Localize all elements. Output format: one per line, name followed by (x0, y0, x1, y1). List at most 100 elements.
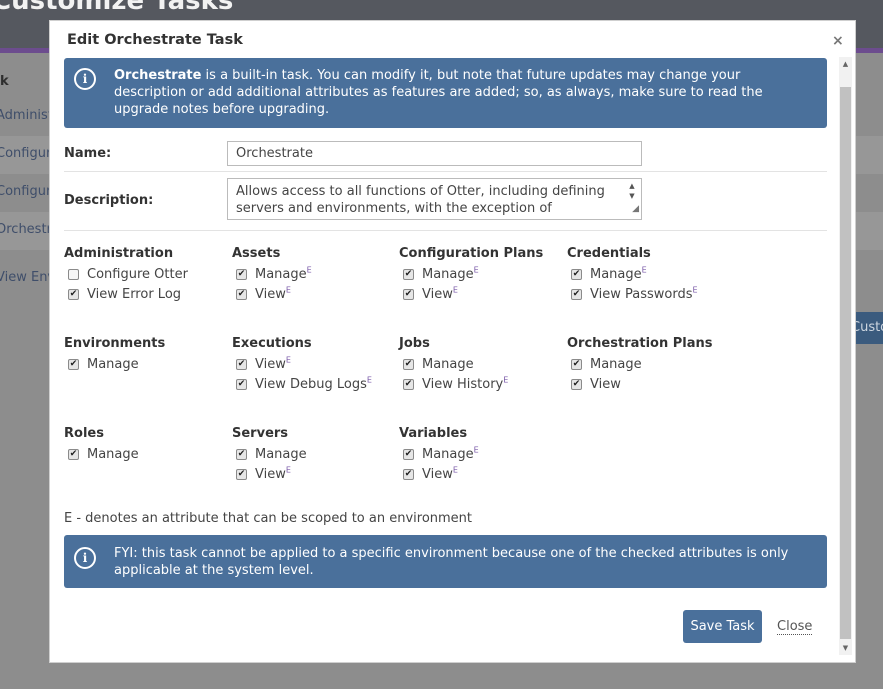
warning-text: FYI: this task cannot be applied to a sp… (114, 546, 789, 578)
attribute-option[interactable]: ✔ ViewE (399, 465, 564, 487)
attribute-label: Manage (422, 447, 474, 462)
attribute-checkbox[interactable]: ✔ (236, 289, 247, 300)
attribute-label: Manage (255, 447, 307, 462)
attribute-checkbox[interactable]: ✔ (236, 379, 247, 390)
table-column-header: k (0, 74, 9, 89)
attribute-option[interactable]: ✔ ManageE (399, 446, 564, 467)
attribute-label: View (590, 377, 621, 392)
attribute-option[interactable]: ✔ View Debug LogsE (232, 376, 397, 397)
group-title: Configuration Plans (399, 246, 544, 261)
attribute-checkbox[interactable]: ✔ (403, 469, 414, 480)
group-title: Servers (232, 426, 289, 441)
attribute-label: Manage (590, 357, 642, 372)
attribute-option[interactable]: Configure Otter (64, 267, 229, 287)
attribute-option[interactable]: ✔ View Error Log (64, 287, 229, 307)
description-text: Allows access to all functions of Otter,… (236, 184, 605, 216)
attribute-option[interactable]: ✔ ViewE (399, 286, 564, 307)
close-button[interactable]: Close (777, 619, 813, 635)
attribute-checkbox[interactable]: ✔ (403, 449, 414, 460)
attribute-checkbox[interactable]: ✔ (571, 269, 582, 280)
attribute-label: Manage (422, 267, 474, 282)
attribute-group: Variables ✔ Manage E ✔ ViewE (399, 426, 564, 487)
attribute-checkbox[interactable]: ✔ (571, 289, 582, 300)
attribute-option[interactable]: ✔ View HistoryE (399, 375, 564, 397)
attribute-checkbox[interactable]: ✔ (236, 469, 247, 480)
attribute-label: View Passwords (590, 287, 693, 302)
attribute-checkbox[interactable]: ✔ (403, 269, 414, 280)
info-icon: i (74, 547, 96, 569)
group-title: Administration (64, 246, 174, 261)
attribute-option[interactable]: ✔ ViewE (232, 286, 397, 307)
attribute-option[interactable]: ✔ View PasswordsE (567, 286, 732, 307)
attribute-checkbox[interactable]: ✔ (68, 289, 79, 300)
attribute-label: View (255, 287, 286, 302)
attribute-checkbox[interactable]: ✔ (571, 359, 582, 370)
attribute-label: Configure Otter (87, 267, 188, 282)
name-label: Name: (64, 146, 112, 161)
group-title: Variables (399, 426, 468, 441)
attribute-checkbox[interactable]: ✔ (68, 449, 79, 460)
attribute-option[interactable]: ✔ ViewE (232, 465, 397, 487)
description-field[interactable]: Allows access to all functions of Otter,… (227, 178, 642, 220)
attribute-label: Manage (590, 267, 642, 282)
attribute-checkbox[interactable]: ✔ (236, 449, 247, 460)
dialog-title: Edit Orchestrate Task (67, 32, 243, 48)
attribute-checkbox[interactable]: ✔ (236, 269, 247, 280)
attribute-option[interactable]: ✔ ManageE (232, 265, 397, 287)
attribute-group: Orchestration Plans ✔ Manage ✔ View (567, 336, 732, 397)
attribute-group: Executions ✔ ViewE ✔ View Debug LogsE (232, 336, 397, 397)
attribute-checkbox[interactable]: ✔ (571, 379, 582, 390)
attribute-label: Manage (87, 447, 139, 462)
attribute-group: Configuration Plans ✔ ManageE ✔ ViewE (399, 246, 564, 307)
scroll-thumb[interactable] (840, 87, 851, 639)
attribute-option[interactable]: ✔ ManageE (567, 266, 732, 287)
attribute-group: Environments ✔ Manage (64, 336, 229, 377)
attribute-option[interactable]: ✔ ViewE (232, 355, 397, 377)
group-title: Environments (64, 336, 166, 351)
attribute-label: View (422, 287, 453, 302)
divider (64, 171, 827, 172)
group-title: Assets (232, 246, 281, 261)
attribute-label: Manage (422, 357, 474, 372)
scroll-up-icon[interactable]: ▲ (839, 57, 852, 71)
group-title: Executions (232, 336, 312, 351)
attribute-checkbox[interactable]: ✔ (403, 289, 414, 300)
textarea-scroll-icon[interactable]: ▲ ▼ (626, 181, 638, 201)
attribute-option[interactable]: ✔ Manage (567, 357, 732, 377)
group-title: Orchestration Plans (567, 336, 713, 351)
dialog-scrollbar[interactable]: ▲ ▼ (839, 57, 852, 655)
notice-text: is a built-in task. You can modify it, b… (114, 68, 763, 117)
attribute-group: Assets ✔ ManageE ✔ ViewE (232, 246, 397, 307)
builtin-task-notice: i Orchestrate is a built-in task. You ca… (64, 58, 827, 128)
info-icon: i (74, 68, 96, 90)
environment-scope-marker: E (285, 355, 291, 365)
attribute-group: Servers ✔ Manage ✔ ViewE (232, 426, 397, 487)
group-title: Roles (64, 426, 104, 441)
attribute-label: Manage (87, 357, 139, 372)
attribute-label: View (422, 467, 453, 482)
scroll-down-icon[interactable]: ▼ (839, 641, 852, 655)
close-icon[interactable]: × (832, 33, 844, 49)
name-field[interactable]: Orchestrate (227, 141, 642, 166)
attribute-checkbox[interactable]: ✔ (68, 359, 79, 370)
attribute-group: Credentials ✔ ManageE ✔ View PasswordsE (567, 246, 732, 307)
attribute-option[interactable]: ✔ Manage (64, 447, 229, 467)
attribute-checkbox[interactable]: ✔ (236, 359, 247, 370)
attribute-option[interactable]: ✔ Manage (232, 447, 397, 467)
environment-scope-marker: E (306, 265, 312, 275)
attribute-option[interactable]: ✔ Manage (64, 357, 229, 377)
environment-scope-marker: E (452, 465, 458, 475)
attribute-group: Roles ✔ Manage (64, 426, 229, 467)
attribute-checkbox[interactable] (68, 269, 79, 280)
resize-grip-icon[interactable]: ◢ (632, 201, 639, 218)
save-task-button[interactable]: Save Task (683, 610, 762, 643)
environment-scope-marker: E (285, 465, 291, 475)
environment-scope-marker: E (503, 375, 509, 385)
attribute-checkbox[interactable]: ✔ (403, 359, 414, 370)
attribute-label: View (255, 467, 286, 482)
attribute-option[interactable]: ✔ ManageE (399, 266, 564, 287)
attribute-option[interactable]: ✔ View (567, 377, 732, 397)
attribute-option[interactable]: ✔ Manage (399, 357, 564, 377)
attribute-label: Manage (255, 267, 307, 282)
attribute-checkbox[interactable]: ✔ (403, 379, 414, 390)
